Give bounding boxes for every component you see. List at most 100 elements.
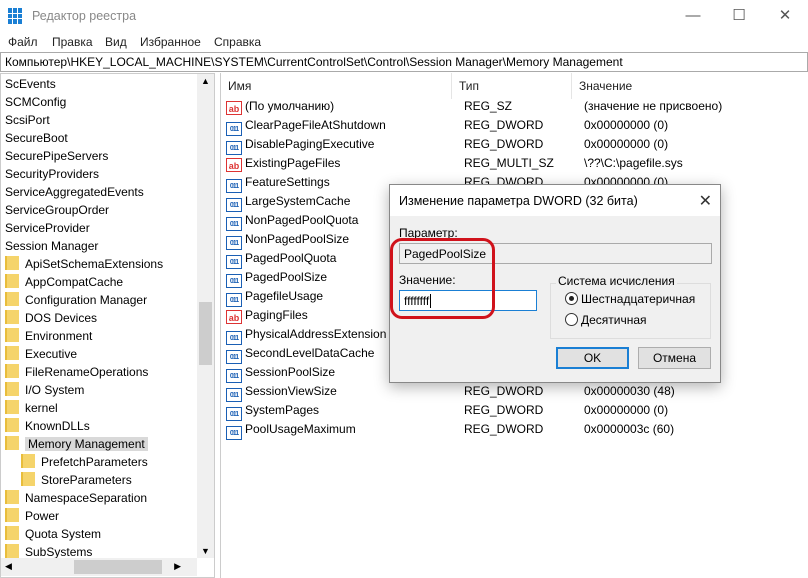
folder-icon — [5, 274, 19, 288]
tree-item-label: StoreParameters — [41, 473, 132, 487]
tree-horizontal-scrollbar[interactable]: ◀ ▶ — [1, 558, 197, 576]
tree-item[interactable]: PrefetchParameters — [21, 453, 148, 471]
menu-favorites[interactable]: Избранное — [140, 35, 201, 49]
value-value: 0x00000000 (0) — [584, 403, 669, 417]
folder-icon — [5, 490, 19, 504]
tree-item[interactable]: Session Manager — [5, 237, 98, 255]
column-value[interactable]: Значение — [579, 79, 632, 93]
value-value: \??\C:\pagefile.sys — [584, 156, 683, 170]
address-bar[interactable]: Компьютер\HKEY_LOCAL_MACHINE\SYSTEM\Curr… — [0, 52, 808, 72]
tree-item[interactable]: ServiceProvider — [5, 219, 90, 237]
value-value: 0x0000003c (60) — [584, 422, 675, 436]
dword-value-icon: 011 — [226, 141, 242, 155]
value-name: SessionPoolSize — [245, 365, 336, 379]
regedit-icon — [8, 8, 24, 24]
value-name: DisablePagingExecutive — [245, 137, 375, 151]
column-type[interactable]: Тип — [459, 79, 479, 93]
scroll-right-icon[interactable]: ▶ — [174, 561, 181, 572]
folder-icon — [5, 382, 19, 396]
tree-item[interactable]: SecurityProviders — [5, 165, 99, 183]
tree-item[interactable]: KnownDLLs — [5, 417, 90, 435]
folder-icon — [5, 364, 19, 378]
tree-item[interactable]: ScsiPort — [5, 111, 50, 129]
ok-button[interactable]: OK — [556, 347, 629, 369]
dword-value-icon: 011 — [226, 217, 242, 231]
tree-item-label: PrefetchParameters — [41, 455, 148, 469]
tree-item[interactable]: SecurePipeServers — [5, 147, 108, 165]
column-divider — [451, 73, 452, 99]
value-name: PagingFiles — [245, 308, 308, 322]
tree-item[interactable]: ScEvents — [5, 75, 56, 93]
tree-item[interactable]: Executive — [5, 345, 77, 363]
close-button[interactable]: ✕ — [762, 0, 808, 32]
tree-item-label: FileRenameOperations — [25, 365, 149, 379]
hscroll-thumb[interactable] — [74, 560, 162, 574]
tree-item[interactable]: I/O System — [5, 381, 84, 399]
tree-item-label: ScEvents — [5, 77, 56, 91]
tree-item-label: Environment — [25, 329, 93, 343]
column-name[interactable]: Имя — [228, 79, 251, 93]
folder-icon — [5, 526, 19, 540]
scroll-up-icon[interactable]: ▲ — [201, 76, 210, 86]
value-row[interactable]: ab (По умолчанию) REG_SZ (значение не присв… — [226, 97, 806, 116]
menu-view[interactable]: Вид — [105, 35, 127, 49]
tree-item-selected[interactable]: Memory Management — [5, 435, 148, 453]
tree-item[interactable]: NamespaceSeparation — [5, 489, 147, 507]
string-value-icon: ab — [226, 310, 242, 324]
tree-item[interactable]: SecureBoot — [5, 129, 68, 147]
value-row[interactable]: 011 ClearPageFileAtShutdown REG_DWORD 0x000… — [226, 116, 806, 136]
tree-item-label: SubSystems — [25, 545, 93, 559]
menu-file[interactable]: Файл — [8, 35, 38, 49]
value-row[interactable]: 011 SystemPages REG_DWORD 0x00000000 (0) — [226, 401, 806, 421]
value-name: PhysicalAddressExtension — [245, 327, 387, 341]
tree-item[interactable]: Configuration Manager — [5, 291, 147, 309]
minimize-button[interactable]: — — [670, 0, 716, 32]
value-row[interactable]: 011 SessionViewSize REG_DWORD 0x00000030 (4… — [226, 382, 806, 402]
dword-value-icon: 011 — [226, 388, 242, 402]
tree-item[interactable]: ServiceAggregatedEvents — [5, 183, 144, 201]
tree-item[interactable]: ServiceGroupOrder — [5, 201, 109, 219]
tree-item[interactable]: Quota System — [5, 525, 101, 543]
menu-help[interactable]: Справка — [214, 35, 261, 49]
scroll-left-icon[interactable]: ◀ — [5, 561, 12, 572]
value-row[interactable]: ab ExistingPageFiles REG_MULTI_SZ \??\C:\pa… — [226, 154, 806, 173]
tree-item-label: ServiceProvider — [5, 221, 90, 235]
dword-value-icon: 011 — [226, 293, 242, 307]
folder-icon — [21, 472, 35, 486]
hex-radio[interactable]: Шестнадцатеричная — [565, 292, 695, 306]
dword-value-icon: 011 — [226, 426, 242, 440]
folder-icon — [5, 256, 19, 270]
value-type: REG_MULTI_SZ — [464, 156, 554, 170]
value-name: ClearPageFileAtShutdown — [245, 118, 386, 132]
value-row[interactable]: 011 PoolUsageMaximum REG_DWORD 0x0000003c (… — [226, 420, 806, 440]
folder-icon — [5, 310, 19, 324]
tree-item[interactable]: AppCompatCache — [5, 273, 123, 291]
tree-item[interactable]: FileRenameOperations — [5, 363, 148, 381]
dialog-close-icon[interactable]: ✕ — [699, 191, 712, 211]
tree-item-label: kernel — [25, 401, 58, 415]
scroll-down-icon[interactable]: ▼ — [201, 546, 210, 556]
tree-vertical-scrollbar[interactable]: ▲ ▼ — [197, 74, 214, 558]
tree-item-label: Memory Management — [25, 437, 148, 451]
tree-item[interactable]: Environment — [5, 327, 92, 345]
dword-value-icon: 011 — [226, 255, 242, 269]
maximize-button[interactable]: ☐ — [716, 0, 762, 32]
dword-value-icon: 011 — [226, 179, 242, 193]
scroll-thumb[interactable] — [199, 302, 212, 365]
tree-item[interactable]: Power — [5, 507, 59, 525]
tree-item[interactable]: SCMConfig — [5, 93, 66, 111]
tree-item[interactable]: DOS Devices — [5, 309, 97, 327]
tree-item[interactable]: StoreParameters — [21, 471, 132, 489]
tree-item[interactable]: ApiSetSchemaExtensions — [5, 255, 163, 273]
dword-value-icon: 011 — [226, 122, 242, 136]
folder-icon — [5, 292, 19, 306]
value-name: PoolUsageMaximum — [245, 422, 356, 436]
decimal-radio[interactable]: Десятичная — [565, 313, 647, 327]
value-row[interactable]: 011 DisablePagingExecutive REG_DWORD 0x0000… — [226, 135, 806, 155]
menu-edit[interactable]: Правка — [52, 35, 93, 49]
cancel-button[interactable]: Отмена — [638, 347, 711, 369]
tree-item[interactable]: kernel — [5, 399, 58, 417]
tree-item-label: ServiceGroupOrder — [5, 203, 110, 217]
value-name: FeatureSettings — [245, 175, 330, 189]
dword-value-icon: 011 — [226, 198, 242, 212]
